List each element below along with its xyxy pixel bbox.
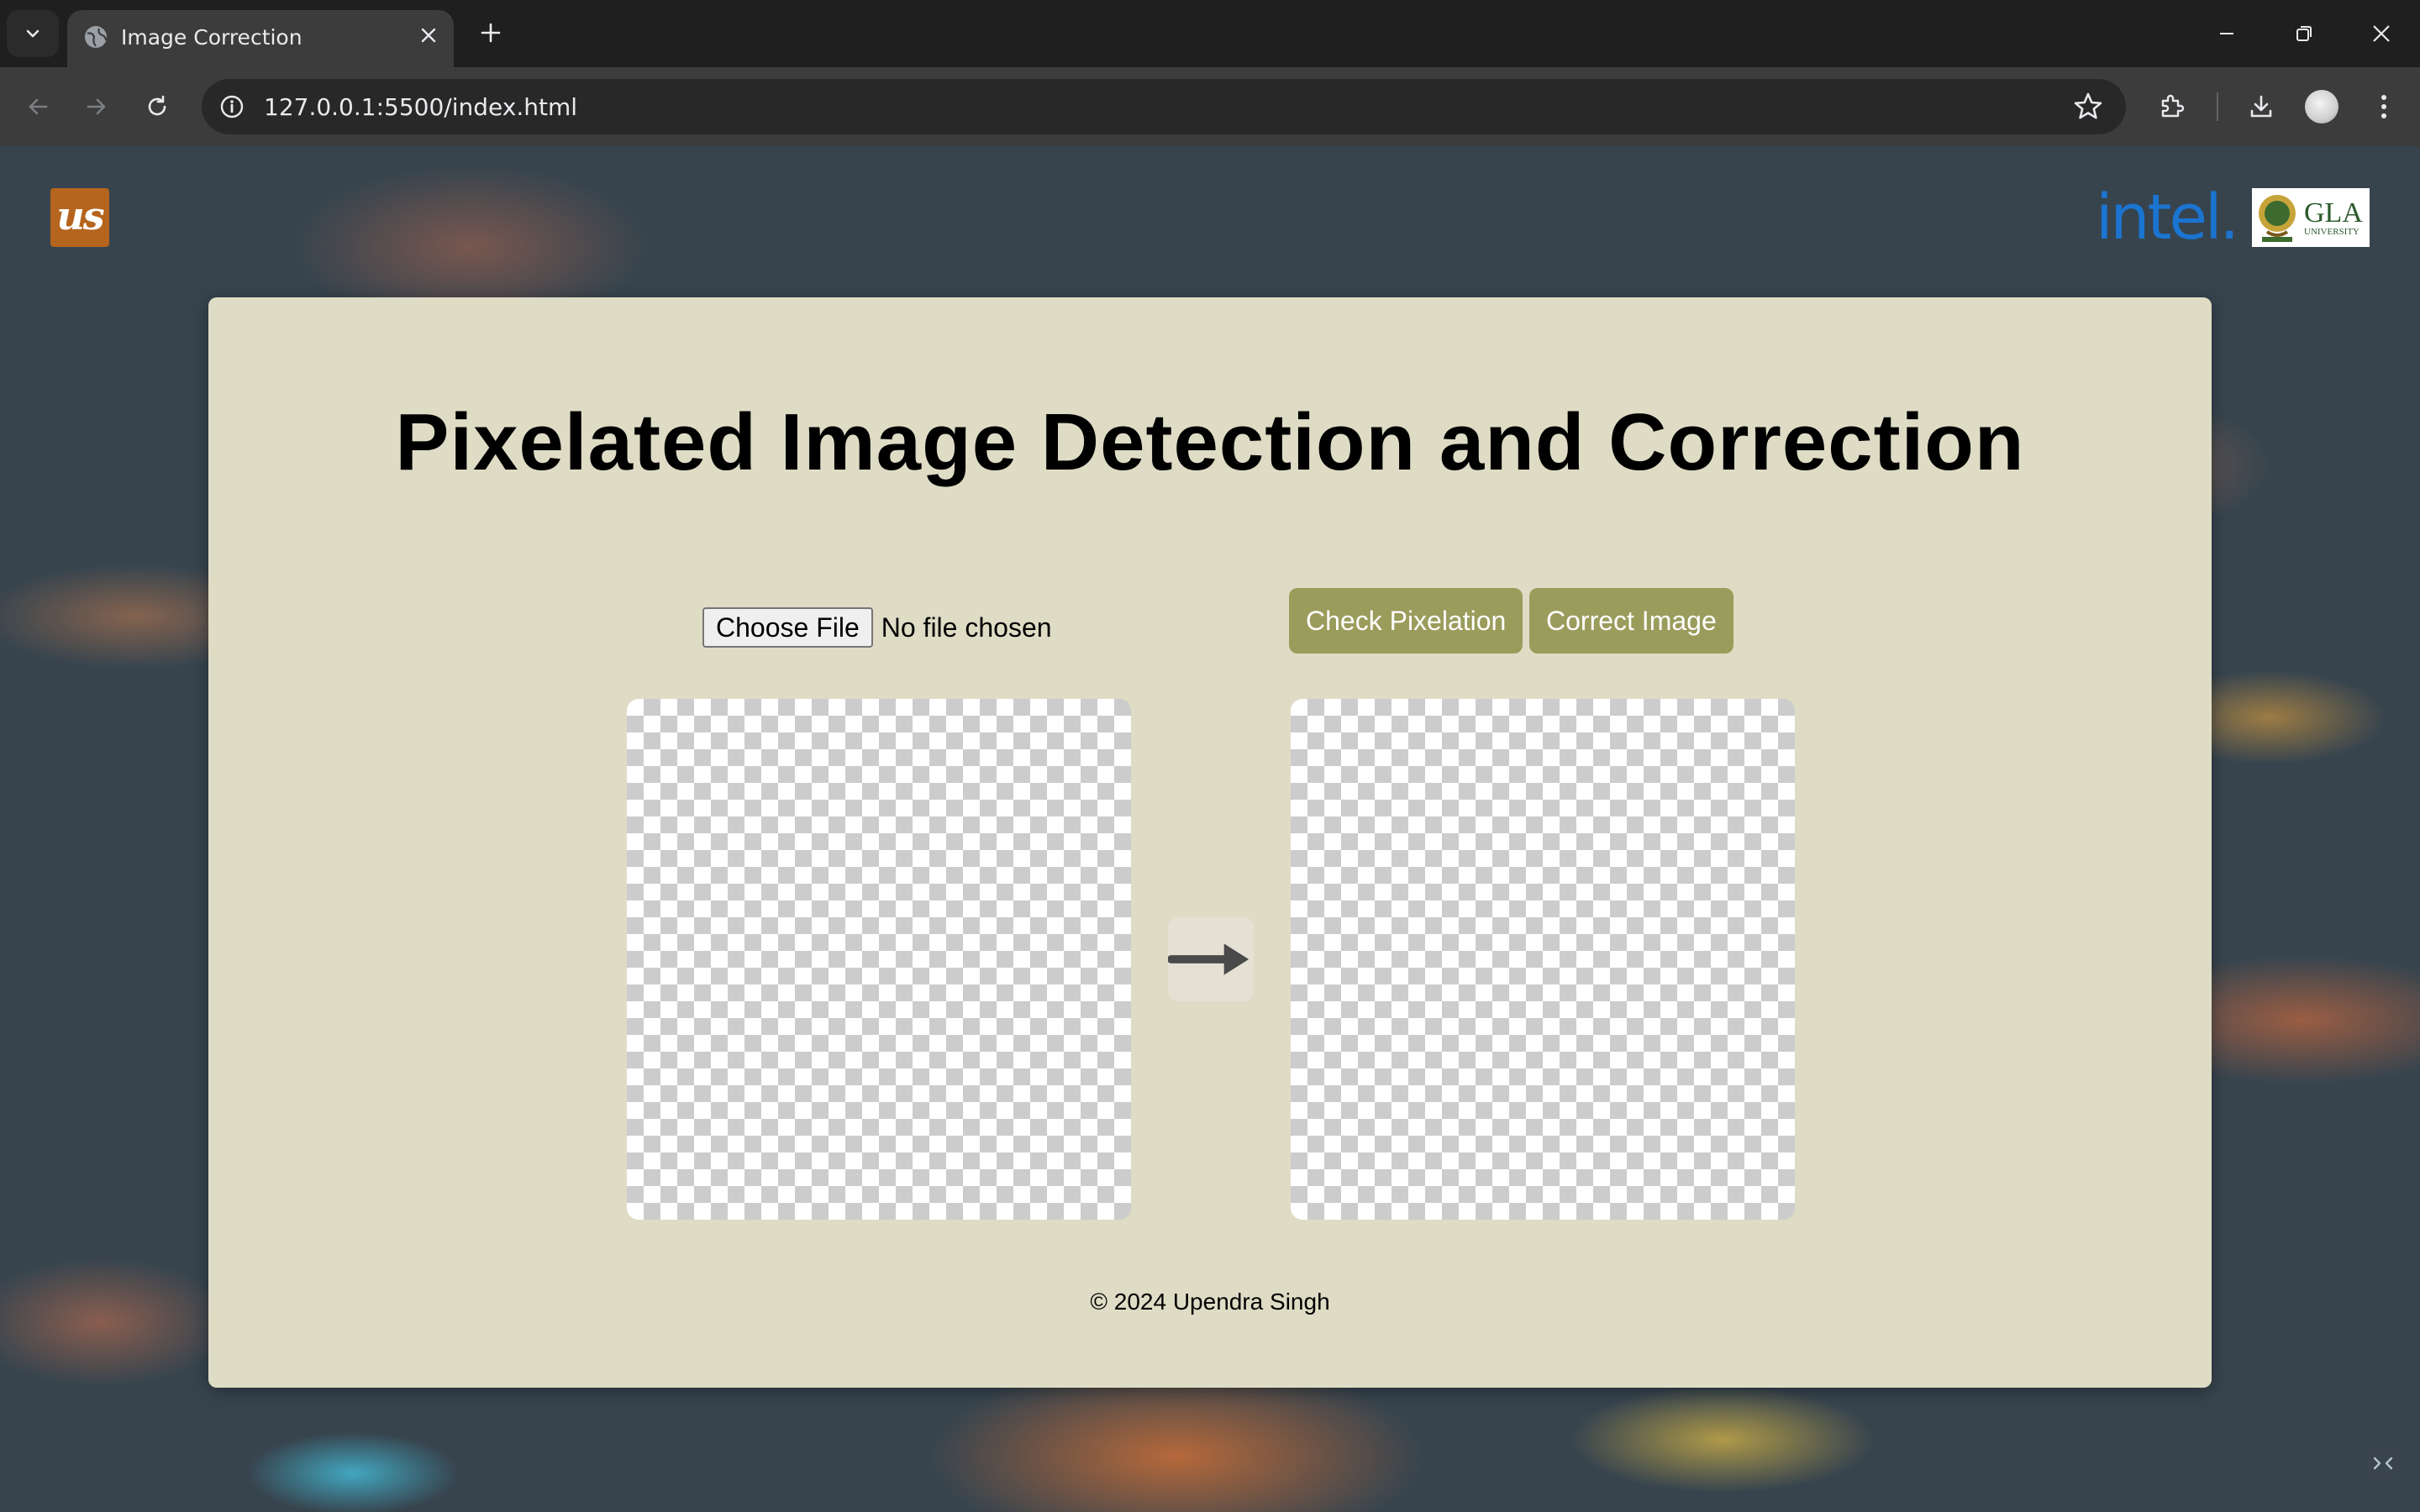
- file-status-text: No file chosen: [881, 612, 1052, 643]
- site-info-button[interactable]: [213, 88, 250, 125]
- gla-logo-text: GLA: [2304, 197, 2363, 228]
- new-tab-button[interactable]: [472, 15, 509, 52]
- close-window-button[interactable]: [2348, 12, 2415, 55]
- choose-file-button[interactable]: Choose File: [702, 607, 873, 648]
- puzzle-icon: [2161, 94, 2185, 118]
- forward-button[interactable]: [76, 86, 118, 128]
- restore-window-button[interactable]: [2270, 12, 2338, 55]
- page-title: Pixelated Image Detection and Correction: [395, 397, 2025, 487]
- download-icon: [2250, 95, 2272, 118]
- intel-logo: intel.: [2096, 181, 2239, 254]
- back-button[interactable]: [17, 86, 59, 128]
- file-input[interactable]: Choose File No file chosen: [702, 606, 1052, 648]
- close-tab-icon[interactable]: [415, 24, 442, 50]
- reload-icon: [148, 95, 166, 116]
- chevron-down-icon: [26, 29, 39, 38]
- reload-button[interactable]: [136, 86, 178, 128]
- browser-tab[interactable]: Image Correction: [67, 10, 454, 67]
- footer-copyright: © 2024 Upendra Singh: [1090, 1289, 1330, 1315]
- toolbar-separator: [2217, 92, 2218, 121]
- university-seal-icon: [2259, 195, 2296, 242]
- browser-toolbar: 127.0.0.1:5500/index.html: [0, 67, 2420, 146]
- us-logo: us: [50, 188, 109, 247]
- avatar: [2305, 90, 2338, 123]
- close-icon: [2373, 25, 2390, 42]
- arrow-indicator: [1168, 917, 1254, 1001]
- browser-tabstrip: Image Correction: [0, 0, 2420, 67]
- restore-icon: [2296, 26, 2312, 41]
- more-vertical-icon: [2381, 95, 2386, 118]
- url-text[interactable]: 127.0.0.1:5500/index.html: [264, 93, 577, 121]
- arrow-left-icon: [29, 98, 48, 115]
- browser-menu-button[interactable]: [2363, 86, 2405, 128]
- expand-icon: [2373, 1457, 2393, 1470]
- tab-title: Image Correction: [121, 25, 302, 50]
- profile-button[interactable]: [2301, 86, 2343, 128]
- live-preview-icon[interactable]: [2366, 1446, 2400, 1480]
- address-bar[interactable]: 127.0.0.1:5500/index.html: [202, 79, 2126, 134]
- main-card: Pixelated Image Detection and Correction…: [208, 297, 2212, 1388]
- input-image-preview: [627, 699, 1131, 1220]
- bookmark-star-icon[interactable]: [2072, 91, 2104, 123]
- plus-icon: [481, 23, 501, 43]
- minimize-window-button[interactable]: [2193, 12, 2260, 55]
- info-icon: [220, 95, 244, 118]
- correct-image-button[interactable]: Correct Image: [1529, 588, 1733, 654]
- minimize-icon: [2220, 33, 2233, 34]
- page-viewport: us intel. GLA UNIVERSITY Pixelated Image…: [0, 146, 2420, 1512]
- arrow-right-icon: [1168, 943, 1249, 975]
- tab-search-button[interactable]: [7, 10, 59, 57]
- globe-icon: [85, 26, 108, 48]
- extensions-button[interactable]: [2151, 86, 2193, 128]
- gla-university-logo: GLA UNIVERSITY: [2252, 188, 2370, 247]
- check-pixelation-button[interactable]: Check Pixelation: [1289, 588, 1523, 654]
- downloads-button[interactable]: [2240, 86, 2282, 128]
- arrow-right-icon: [87, 98, 106, 115]
- output-image-preview: [1291, 699, 1795, 1220]
- gla-logo-subtext: UNIVERSITY: [2304, 226, 2360, 237]
